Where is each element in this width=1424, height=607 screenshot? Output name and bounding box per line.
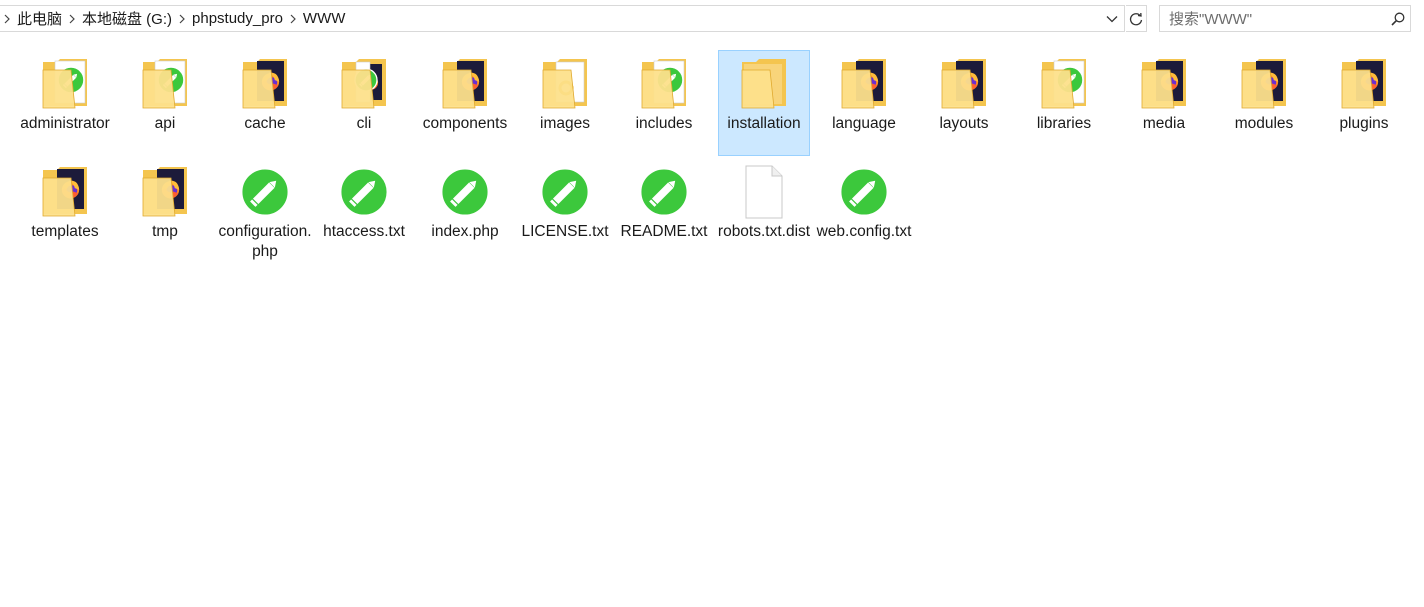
breadcrumb-www[interactable]: WWW (300, 10, 348, 27)
item-label: libraries (1036, 115, 1092, 132)
breadcrumb-local-disk[interactable]: 本地磁盘 (G:) (79, 8, 175, 29)
folder-icon (241, 56, 289, 112)
item-label: configuration.php (218, 223, 312, 260)
file-icon (539, 164, 591, 220)
folder-icon (541, 56, 589, 112)
item-label: robots.txt.dist (717, 223, 811, 240)
folder-icon (141, 56, 189, 112)
search-icon[interactable] (1386, 12, 1410, 26)
item-label: media (1142, 115, 1186, 132)
item-label: README.txt (620, 223, 708, 240)
folder-icon (1140, 56, 1188, 112)
item-label: includes (635, 115, 693, 132)
refresh-button[interactable] (1126, 5, 1147, 32)
folder-icon (41, 56, 89, 112)
folder-icon (441, 56, 489, 112)
chevron-down-icon[interactable] (1104, 10, 1120, 28)
item-label: images (540, 115, 590, 132)
folder-icon (940, 56, 988, 112)
chevron-right-icon[interactable] (65, 14, 79, 24)
item-label: templates (31, 223, 99, 240)
search-input[interactable]: 搜索"WWW" (1159, 5, 1411, 32)
folder-icon (41, 164, 89, 220)
folder-icon (1040, 56, 1088, 112)
item-label: modules (1234, 115, 1294, 132)
item-label: tmp (152, 223, 178, 240)
item-label: htaccess.txt (323, 223, 405, 240)
file-icon (239, 164, 291, 220)
file-icon (638, 164, 690, 220)
item-label: index.php (431, 223, 499, 240)
item-label: web.config.txt (816, 223, 912, 240)
folder-icon (640, 56, 688, 112)
item-label: cache (244, 115, 286, 132)
folder-icon (740, 56, 788, 112)
item-label: plugins (1339, 115, 1389, 132)
folder-icon (840, 56, 888, 112)
item-label: cli (356, 115, 372, 132)
file-icon (838, 164, 890, 220)
file-icon (439, 164, 491, 220)
address-bar[interactable]: 此电脑 本地磁盘 (G:) phpstudy_pro WWW (0, 5, 1125, 32)
breadcrumb-phpstudy-pro[interactable]: phpstudy_pro (189, 10, 286, 27)
item-label: LICENSE.txt (521, 223, 609, 240)
chevron-right-icon[interactable] (175, 14, 189, 24)
search-placeholder: 搜索"WWW" (1169, 11, 1253, 28)
chevron-right-icon[interactable] (0, 14, 14, 24)
navigation-bar: 此电脑 本地磁盘 (G:) phpstudy_pro WWW 搜索"WWW" (0, 0, 1424, 38)
item-label: language (832, 115, 896, 132)
item-label: api (154, 115, 176, 132)
refresh-icon (1129, 12, 1143, 25)
chevron-right-icon[interactable] (286, 14, 300, 24)
breadcrumb-this-pc[interactable]: 此电脑 (14, 8, 65, 29)
item-label: components (422, 115, 508, 132)
folder-icon (1340, 56, 1388, 112)
folder-icon (141, 164, 189, 220)
folder-icon (340, 56, 388, 112)
file-icon (740, 164, 788, 220)
item-label: layouts (939, 115, 989, 132)
folder-icon (1240, 56, 1288, 112)
item-label: administrator (20, 115, 110, 132)
item-label: installation (727, 115, 801, 132)
file-icon (338, 164, 390, 220)
